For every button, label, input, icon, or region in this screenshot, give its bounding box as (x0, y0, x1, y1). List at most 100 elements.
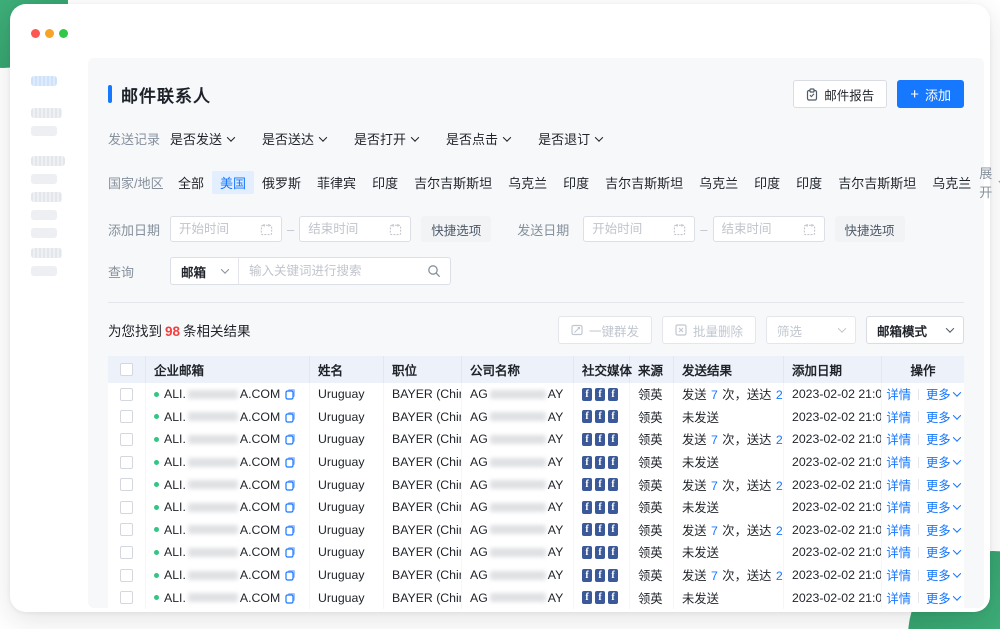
country-option[interactable]: 印度 (788, 171, 830, 194)
detail-link[interactable]: 详情 (886, 589, 911, 607)
filter-select[interactable]: 筛选 (766, 316, 856, 344)
facebook-icon[interactable]: f (595, 456, 605, 469)
copy-icon[interactable] (285, 479, 296, 491)
country-option[interactable]: 吉尔吉斯斯坦 (830, 171, 924, 194)
country-option[interactable]: 乌克兰 (924, 171, 979, 194)
facebook-icon[interactable]: f (595, 591, 605, 604)
facebook-icon[interactable]: f (595, 569, 605, 582)
country-option[interactable]: 俄罗斯 (254, 171, 309, 194)
more-link[interactable]: 更多 (926, 521, 960, 539)
row-checkbox[interactable] (120, 433, 133, 446)
copy-icon[interactable] (285, 546, 296, 558)
send-date-quick-options-button[interactable]: 快捷选项 (835, 216, 905, 242)
filter-dropdown[interactable]: 是否发送 (170, 129, 234, 148)
more-link[interactable]: 更多 (926, 566, 960, 584)
facebook-icon[interactable]: f (595, 501, 605, 514)
facebook-icon[interactable]: f (608, 523, 618, 536)
facebook-icon[interactable]: f (608, 433, 618, 446)
facebook-icon[interactable]: f (608, 569, 618, 582)
facebook-icon[interactable]: f (595, 546, 605, 559)
country-option[interactable]: 吉尔吉斯斯坦 (597, 171, 691, 194)
row-checkbox[interactable] (120, 591, 133, 604)
copy-icon[interactable] (285, 388, 296, 400)
facebook-icon[interactable]: f (582, 433, 592, 446)
add-date-start-field[interactable] (170, 216, 282, 242)
row-checkbox[interactable] (120, 569, 133, 582)
copy-icon[interactable] (285, 411, 296, 423)
detail-link[interactable]: 详情 (886, 453, 911, 471)
more-link[interactable]: 更多 (926, 453, 960, 471)
more-link[interactable]: 更多 (926, 589, 960, 607)
send-date-start-input[interactable] (592, 222, 669, 236)
mode-select[interactable]: 邮箱模式 (866, 316, 964, 344)
send-date-end-field[interactable] (713, 216, 825, 242)
facebook-icon[interactable]: f (582, 410, 592, 423)
facebook-icon[interactable]: f (582, 478, 592, 491)
send-date-end-input[interactable] (722, 222, 799, 236)
facebook-icon[interactable]: f (608, 388, 618, 401)
facebook-icon[interactable]: f (608, 546, 618, 559)
copy-icon[interactable] (285, 592, 296, 604)
filter-dropdown[interactable]: 是否退订 (538, 129, 602, 148)
more-link[interactable]: 更多 (926, 385, 960, 403)
facebook-icon[interactable]: f (608, 456, 618, 469)
row-checkbox[interactable] (120, 456, 133, 469)
row-checkbox[interactable] (120, 546, 133, 559)
add-date-quick-options-button[interactable]: 快捷选项 (421, 216, 491, 242)
country-option[interactable]: 乌克兰 (500, 171, 555, 194)
bulk-delete-button[interactable]: 批量删除 (662, 316, 756, 344)
country-option[interactable]: 印度 (364, 171, 406, 194)
facebook-icon[interactable]: f (595, 410, 605, 423)
search-icon[interactable] (427, 264, 441, 278)
select-all-checkbox[interactable] (120, 363, 133, 376)
facebook-icon[interactable]: f (582, 501, 592, 514)
detail-link[interactable]: 详情 (886, 408, 911, 426)
row-checkbox[interactable] (120, 478, 133, 491)
maximize-dot-icon[interactable] (59, 29, 68, 38)
detail-link[interactable]: 详情 (886, 385, 911, 403)
facebook-icon[interactable]: f (582, 388, 592, 401)
facebook-icon[interactable]: f (582, 591, 592, 604)
more-link[interactable]: 更多 (926, 476, 960, 494)
add-button[interactable]: + 添加 (897, 80, 964, 108)
country-option[interactable]: 乌克兰 (691, 171, 746, 194)
more-link[interactable]: 更多 (926, 543, 960, 561)
row-checkbox[interactable] (120, 523, 133, 536)
country-option[interactable]: 吉尔吉斯斯坦 (406, 171, 500, 194)
search-input[interactable] (239, 264, 427, 278)
copy-icon[interactable] (285, 524, 296, 536)
query-field-select[interactable]: 邮箱 (171, 258, 239, 284)
row-checkbox[interactable] (120, 410, 133, 423)
add-date-start-input[interactable] (179, 222, 256, 236)
minimize-dot-icon[interactable] (45, 29, 54, 38)
detail-link[interactable]: 详情 (886, 543, 911, 561)
add-date-end-field[interactable] (299, 216, 411, 242)
more-link[interactable]: 更多 (926, 408, 960, 426)
facebook-icon[interactable]: f (595, 478, 605, 491)
bulk-send-button[interactable]: 一键群发 (558, 316, 652, 344)
country-option[interactable]: 美国 (212, 171, 254, 194)
filter-dropdown[interactable]: 是否打开 (354, 129, 418, 148)
detail-link[interactable]: 详情 (886, 430, 911, 448)
country-option[interactable]: 菲律宾 (309, 171, 364, 194)
facebook-icon[interactable]: f (608, 410, 618, 423)
detail-link[interactable]: 详情 (886, 521, 911, 539)
facebook-icon[interactable]: f (582, 546, 592, 559)
send-date-start-field[interactable] (583, 216, 695, 242)
facebook-icon[interactable]: f (582, 456, 592, 469)
country-option[interactable]: 印度 (746, 171, 788, 194)
facebook-icon[interactable]: f (595, 388, 605, 401)
copy-icon[interactable] (285, 501, 296, 513)
facebook-icon[interactable]: f (608, 478, 618, 491)
facebook-icon[interactable]: f (582, 523, 592, 536)
more-link[interactable]: 更多 (926, 498, 960, 516)
country-option[interactable]: 印度 (555, 171, 597, 194)
expand-toggle[interactable]: 展开 (979, 163, 1000, 201)
add-date-end-input[interactable] (308, 222, 385, 236)
facebook-icon[interactable]: f (608, 501, 618, 514)
detail-link[interactable]: 详情 (886, 476, 911, 494)
facebook-icon[interactable]: f (582, 569, 592, 582)
facebook-icon[interactable]: f (595, 433, 605, 446)
close-dot-icon[interactable] (31, 29, 40, 38)
more-link[interactable]: 更多 (926, 430, 960, 448)
